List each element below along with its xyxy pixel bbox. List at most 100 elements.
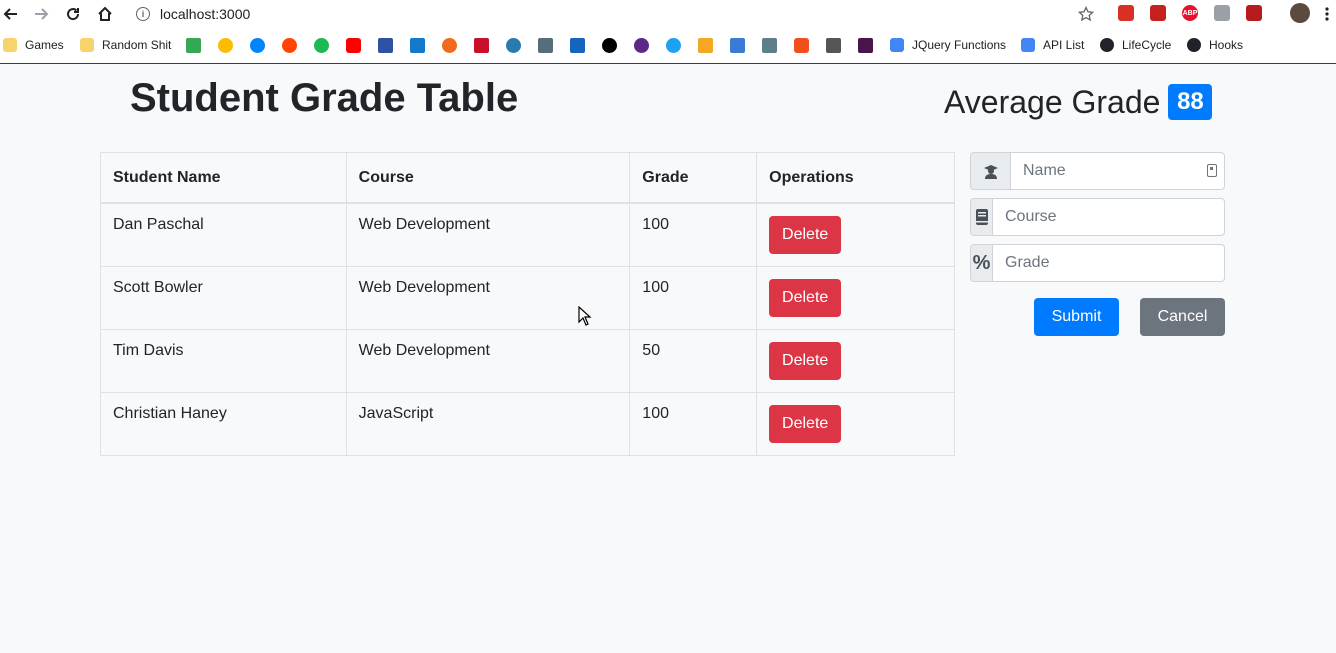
codepen-icon[interactable] [826, 38, 841, 53]
extension-book-icon[interactable] [1150, 5, 1166, 21]
extension-lastpass-icon[interactable] [1118, 5, 1134, 21]
add-grade-form: % Submit Cancel [970, 152, 1225, 336]
student-name-cell: Scott Bowler [100, 265, 347, 330]
doc-icon [890, 38, 904, 52]
react-icon [1100, 38, 1114, 52]
grade-input-group: % [970, 244, 1225, 282]
column-header-grade: Grade [629, 152, 758, 204]
bookmark-api-list[interactable]: API List [1021, 36, 1084, 54]
table-row: Tim Davis Web Development 50 Delete [100, 328, 955, 393]
browser-toolbar: i localhost:3000 ABP [0, 0, 1336, 28]
react-icon [1187, 38, 1201, 52]
delete-button[interactable]: Delete [769, 278, 842, 317]
book-icon [970, 198, 992, 236]
extension-tool-icon[interactable] [1246, 5, 1262, 21]
submit-button[interactable]: Submit [1034, 298, 1119, 336]
column-header-course: Course [345, 152, 631, 204]
app-icon[interactable] [762, 38, 777, 53]
form-buttons: Submit Cancel [1034, 298, 1225, 336]
chase-icon[interactable] [410, 38, 425, 53]
honda-icon[interactable] [570, 38, 585, 53]
github-icon[interactable] [602, 38, 617, 53]
table-row: Dan Paschal Web Development 100 Delete [100, 202, 955, 267]
star-icon[interactable] [1075, 3, 1097, 25]
todo-icon[interactable] [666, 38, 681, 53]
student-name-cell: Tim Davis [100, 328, 347, 393]
course-input-group [970, 198, 1225, 236]
calendar-icon[interactable] [730, 38, 745, 53]
graduation-icon[interactable] [538, 38, 553, 53]
bookmarks-bar: Games Random Shit JQuery Functions API L… [0, 33, 1336, 57]
grade-input[interactable] [992, 244, 1225, 282]
bookmark-jquery[interactable]: JQuery Functions [890, 36, 1006, 54]
browser-chrome: i localhost:3000 ABP Games Random Shit J… [0, 0, 1336, 64]
doc-icon [1021, 38, 1035, 52]
google-photos-icon[interactable] [218, 38, 233, 53]
name-input-group [970, 152, 1225, 190]
forward-icon[interactable] [30, 3, 52, 25]
site-info-icon[interactable]: i [136, 7, 150, 21]
course-cell: JavaScript [345, 391, 631, 456]
extension-image-icon[interactable] [1214, 5, 1230, 21]
average-grade-label: Average Grade [944, 84, 1161, 120]
messenger-icon[interactable] [250, 38, 265, 53]
firefox-icon[interactable] [442, 38, 457, 53]
grade-table: Student Name Course Grade Operations Dan… [100, 152, 955, 456]
mal-icon[interactable] [378, 38, 393, 53]
home-icon[interactable] [94, 3, 116, 25]
address-bar[interactable]: i localhost:3000 [136, 4, 250, 24]
operations-cell: Delete [756, 265, 955, 330]
spotify-icon[interactable] [314, 38, 329, 53]
youtube-icon[interactable] [346, 38, 361, 53]
globe-icon[interactable] [506, 38, 521, 53]
table-row: Scott Bowler Web Development 100 Delete [100, 265, 955, 330]
bookmark-lifecycle[interactable]: LifeCycle [1100, 36, 1171, 54]
extension-adblock-icon[interactable]: ABP [1182, 5, 1198, 21]
box-icon[interactable] [698, 38, 713, 53]
swoosh-icon[interactable] [474, 38, 489, 53]
student-name-cell: Christian Haney [100, 391, 347, 456]
course-cell: Web Development [345, 328, 631, 393]
delete-button[interactable]: Delete [769, 404, 842, 443]
mouse-cursor-icon [578, 305, 592, 331]
column-header-student-name: Student Name [100, 152, 347, 204]
figma-icon[interactable] [794, 38, 809, 53]
folder-icon [3, 38, 17, 52]
grade-cell: 100 [629, 265, 758, 330]
table-header-row: Student Name Course Grade Operations [100, 152, 955, 204]
percent-icon: % [970, 244, 992, 282]
bookmark-games[interactable]: Games [3, 36, 64, 54]
folder-icon [80, 38, 94, 52]
bookmark-hooks[interactable]: Hooks [1187, 36, 1243, 54]
column-header-operations: Operations [756, 152, 955, 204]
table-row: Christian Haney JavaScript 100 Delete [100, 391, 955, 456]
page-title: Student Grade Table [130, 76, 519, 120]
grade-cell: 100 [629, 391, 758, 456]
cancel-button[interactable]: Cancel [1140, 298, 1225, 336]
menu-icon[interactable] [1320, 3, 1334, 25]
grade-cell: 50 [629, 328, 758, 393]
back-icon[interactable] [0, 3, 22, 25]
google-drive-icon[interactable] [186, 38, 201, 53]
name-input[interactable] [1010, 152, 1225, 190]
course-cell: Web Development [345, 202, 631, 267]
autofill-icon[interactable] [1207, 164, 1217, 177]
onenote-icon[interactable] [634, 38, 649, 53]
operations-cell: Delete [756, 328, 955, 393]
student-name-cell: Dan Paschal [100, 202, 347, 267]
operations-cell: Delete [756, 202, 955, 267]
grade-cell: 100 [629, 202, 758, 267]
profile-avatar[interactable] [1290, 3, 1310, 23]
slack-icon[interactable] [858, 38, 873, 53]
url-text: localhost:3000 [160, 6, 251, 22]
reload-icon[interactable] [62, 3, 84, 25]
course-input[interactable] [992, 198, 1225, 236]
delete-button[interactable]: Delete [769, 341, 842, 380]
graduate-icon [970, 152, 1010, 190]
delete-button[interactable]: Delete [769, 215, 842, 254]
average-grade-badge: 88 [1168, 84, 1213, 120]
reddit-icon[interactable] [282, 38, 297, 53]
bookmark-random[interactable]: Random Shit [80, 36, 171, 54]
average-grade: Average Grade 88 [944, 82, 1213, 122]
operations-cell: Delete [756, 391, 955, 456]
